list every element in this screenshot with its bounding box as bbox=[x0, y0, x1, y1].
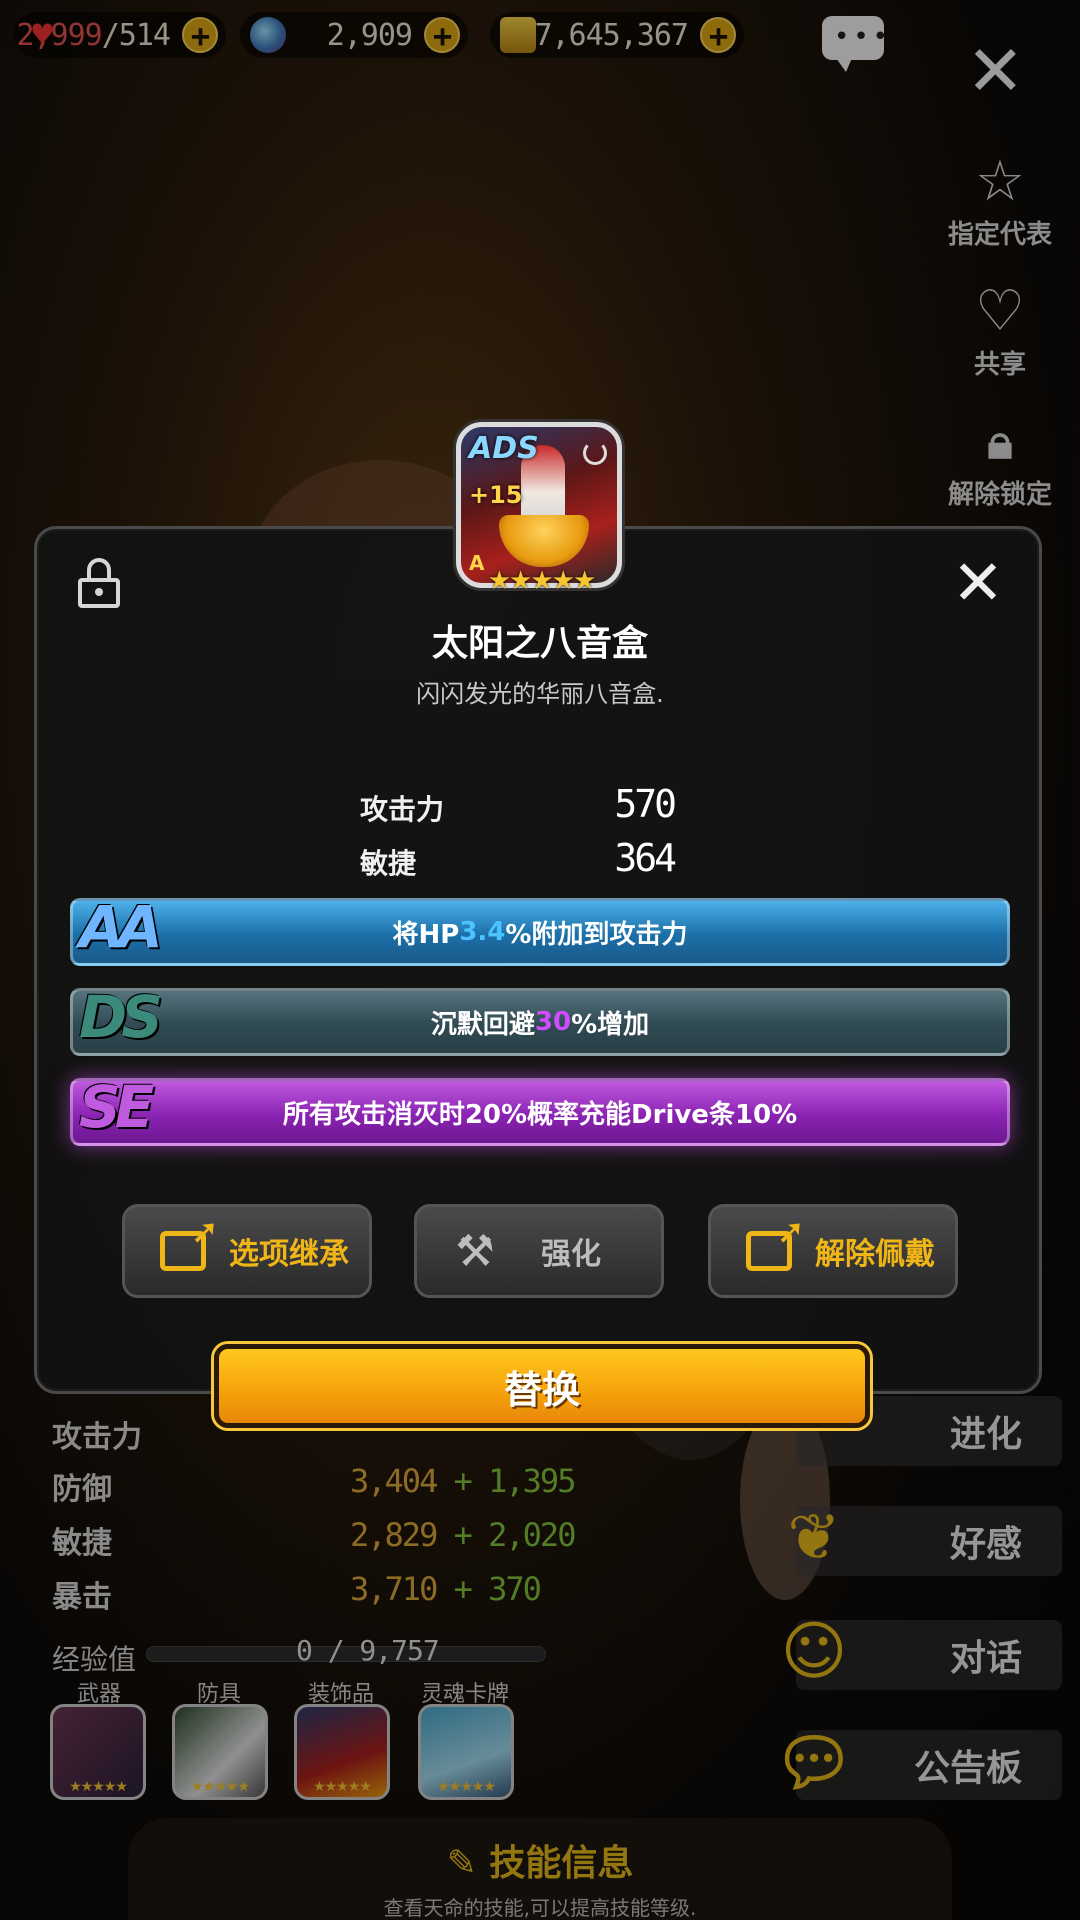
unequip-button[interactable]: 解除佩戴 bbox=[708, 1204, 958, 1298]
stat-value-attack: 570 bbox=[614, 782, 677, 826]
option-se: SE 所有攻击消灭时20%概率充能Drive条10% bbox=[70, 1073, 1010, 1146]
option-se-badge: SE bbox=[79, 1073, 154, 1141]
option-ds-text-pre: 沉默回避 bbox=[430, 1009, 535, 1040]
option-ds: DS 沉默回避 30 %增加 bbox=[70, 983, 1010, 1056]
stat-label-attack: 攻击力 bbox=[360, 793, 445, 826]
enhance-label: 强化 bbox=[541, 1237, 601, 1272]
option-aa-text-pre: 将HP bbox=[392, 919, 460, 950]
option-ds-badge: DS bbox=[79, 983, 163, 1051]
inherit-option-label: 选项继承 bbox=[229, 1237, 349, 1272]
option-aa-badge: AA bbox=[79, 893, 163, 961]
stat-label-agility: 敏捷 bbox=[360, 847, 417, 880]
share-arrow-icon bbox=[737, 1212, 805, 1279]
unequip-label: 解除佩戴 bbox=[815, 1237, 935, 1272]
option-se-text: 所有攻击消灭时20%概率充能Drive条10% bbox=[282, 1099, 798, 1130]
option-aa: AA 将HP 3.4 %附加到攻击力 bbox=[70, 893, 1010, 966]
lock-icon[interactable] bbox=[78, 558, 120, 608]
stat-value-agility: 364 bbox=[614, 836, 677, 880]
item-description: 闪闪发光的华丽八音盒. bbox=[416, 680, 664, 708]
close-modal-icon[interactable]: ✕ bbox=[952, 552, 1004, 614]
inherit-option-button[interactable]: 选项继承 bbox=[122, 1204, 372, 1298]
item-icon: ADS +15 A bbox=[456, 422, 622, 588]
anvil-icon: ⚒ bbox=[455, 1225, 495, 1277]
replace-label: 替换 bbox=[503, 1367, 580, 1412]
option-ds-value: 30 bbox=[534, 1007, 572, 1037]
enhance-button[interactable]: ⚒ 强化 bbox=[414, 1204, 664, 1298]
item-rank: ADS bbox=[469, 431, 539, 466]
refresh-icon bbox=[583, 441, 607, 465]
item-name: 太阳之八音盒 bbox=[431, 623, 648, 664]
option-ds-text-post: %增加 bbox=[571, 1009, 650, 1040]
share-arrow-icon bbox=[151, 1212, 219, 1279]
replace-button[interactable]: 替换 bbox=[214, 1344, 870, 1428]
item-bowl bbox=[499, 515, 589, 567]
option-aa-text-post: %附加到攻击力 bbox=[505, 919, 688, 950]
item-enhance-level: +15 bbox=[469, 481, 523, 509]
option-aa-value: 3.4 bbox=[459, 917, 506, 947]
item-stars: ★★★★★ bbox=[487, 566, 597, 596]
